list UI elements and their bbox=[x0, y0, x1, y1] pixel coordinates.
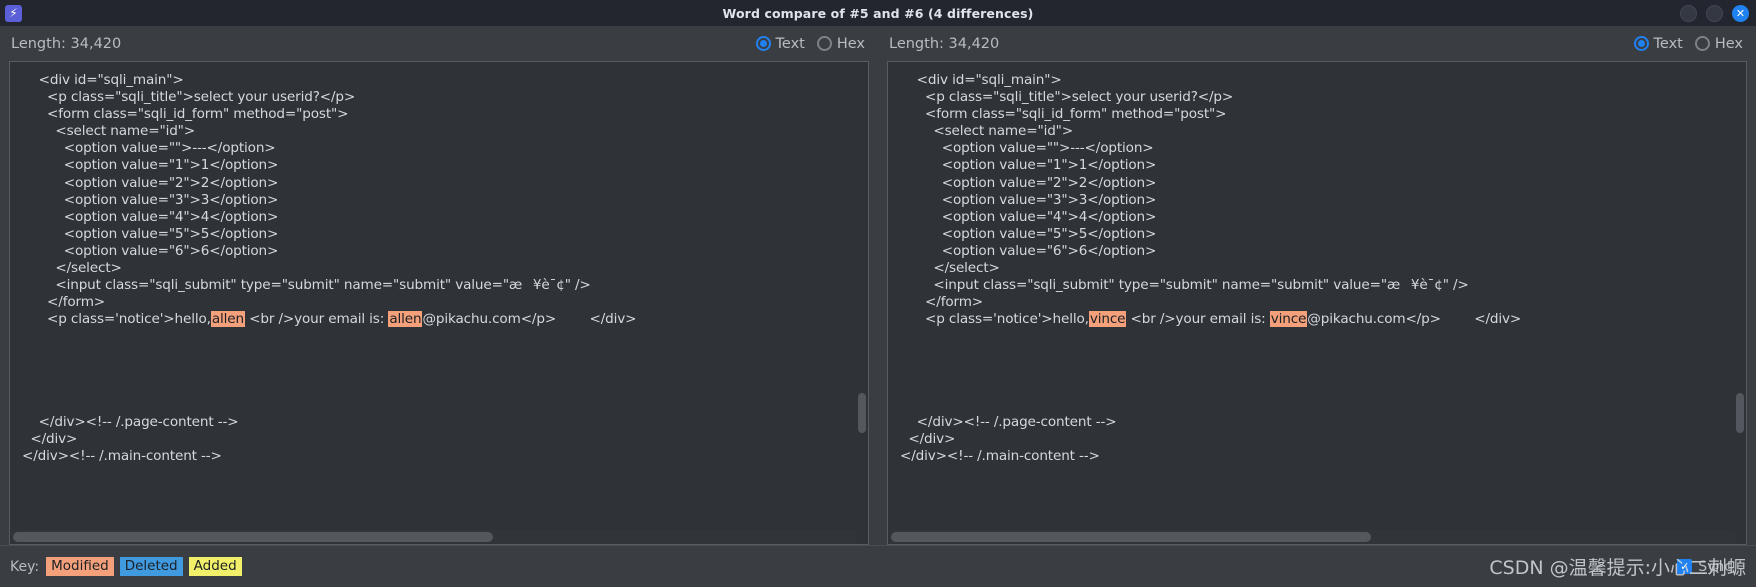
right-pane-header: Length: 34,420 Text Hex bbox=[887, 26, 1747, 61]
close-button[interactable]: ✕ bbox=[1732, 4, 1749, 22]
modified-word: allen bbox=[388, 311, 423, 328]
left-radio-text-label: Text bbox=[775, 35, 805, 52]
right-horizontal-scroll-thumb[interactable] bbox=[891, 532, 1371, 542]
modified-word: vince bbox=[1088, 311, 1127, 328]
window-title: Word compare of #5 and #6 (4 differences… bbox=[722, 5, 1034, 21]
right-length-label: Length: 34,420 bbox=[889, 35, 1000, 52]
app-logo-icon: ⚡ bbox=[5, 4, 22, 22]
right-horizontal-scrollbar[interactable] bbox=[889, 530, 1735, 543]
footer-bar: Key: Modified Deleted Added ✓ Sync CSDN @温… bbox=[0, 545, 1756, 587]
left-pane-header: Length: 34,420 Text Hex bbox=[9, 26, 869, 61]
left-code-body: <div id="sqli_main"> <p class="sqli_titl… bbox=[10, 62, 868, 544]
key-chip-modified: Modified bbox=[46, 557, 114, 576]
modified-word: allen bbox=[210, 311, 245, 328]
compare-workspace: Length: 34,420 Text Hex <div id="sqli_ma… bbox=[0, 26, 1756, 545]
window-controls: ✕ bbox=[1680, 0, 1749, 26]
title-bar: ⚡ Word compare of #5 and #6 (4 differenc… bbox=[0, 0, 1756, 26]
maximize-button[interactable] bbox=[1706, 4, 1723, 22]
right-mode-radio-group: Text Hex bbox=[1633, 35, 1743, 52]
sync-label: Sync bbox=[1698, 558, 1732, 575]
left-horizontal-scrollbar[interactable] bbox=[11, 530, 857, 543]
radio-unselected-icon bbox=[1694, 36, 1710, 51]
right-code-text: <div id="sqli_main"> <p class="sqli_titl… bbox=[900, 72, 1522, 465]
left-code-text: <div id="sqli_main"> <p class="sqli_titl… bbox=[22, 72, 637, 465]
right-code-body: <div id="sqli_main"> <p class="sqli_titl… bbox=[888, 62, 1746, 544]
right-vertical-scroll-thumb[interactable] bbox=[1736, 393, 1744, 433]
left-radio-hex[interactable]: Hex bbox=[816, 35, 865, 52]
left-vertical-scroll-thumb[interactable] bbox=[858, 393, 866, 433]
key-chip-deleted: Deleted bbox=[119, 557, 183, 576]
modified-word: vince bbox=[1269, 311, 1308, 328]
left-radio-text[interactable]: Text bbox=[755, 35, 805, 52]
right-vertical-scrollbar[interactable] bbox=[1735, 63, 1745, 530]
left-radio-hex-label: Hex bbox=[836, 35, 865, 52]
sync-checkbox[interactable]: ✓ bbox=[1677, 559, 1693, 574]
key-label: Key: bbox=[10, 558, 40, 575]
right-compare-side: Length: 34,420 Text Hex <div id="sqli_ma… bbox=[878, 26, 1756, 545]
right-code-pane[interactable]: <div id="sqli_main"> <p class="sqli_titl… bbox=[887, 61, 1747, 545]
key-chip-added: Added bbox=[188, 557, 242, 576]
right-radio-text[interactable]: Text bbox=[1633, 35, 1683, 52]
left-code-pane[interactable]: <div id="sqli_main"> <p class="sqli_titl… bbox=[9, 61, 869, 545]
left-horizontal-scroll-thumb[interactable] bbox=[13, 532, 493, 542]
radio-selected-icon bbox=[755, 36, 771, 51]
right-radio-hex[interactable]: Hex bbox=[1694, 35, 1743, 52]
minimize-button[interactable] bbox=[1680, 4, 1697, 22]
left-length-label: Length: 34,420 bbox=[11, 35, 122, 52]
left-compare-side: Length: 34,420 Text Hex <div id="sqli_ma… bbox=[0, 26, 878, 545]
sync-control[interactable]: ✓ Sync bbox=[1677, 559, 1732, 575]
left-vertical-scrollbar[interactable] bbox=[857, 63, 867, 530]
left-mode-radio-group: Text Hex bbox=[755, 35, 865, 52]
key-legend: Modified Deleted Added bbox=[46, 557, 242, 576]
radio-selected-icon bbox=[1633, 36, 1649, 51]
right-radio-text-label: Text bbox=[1653, 35, 1683, 52]
right-radio-hex-label: Hex bbox=[1714, 35, 1743, 52]
radio-unselected-icon bbox=[816, 36, 832, 51]
